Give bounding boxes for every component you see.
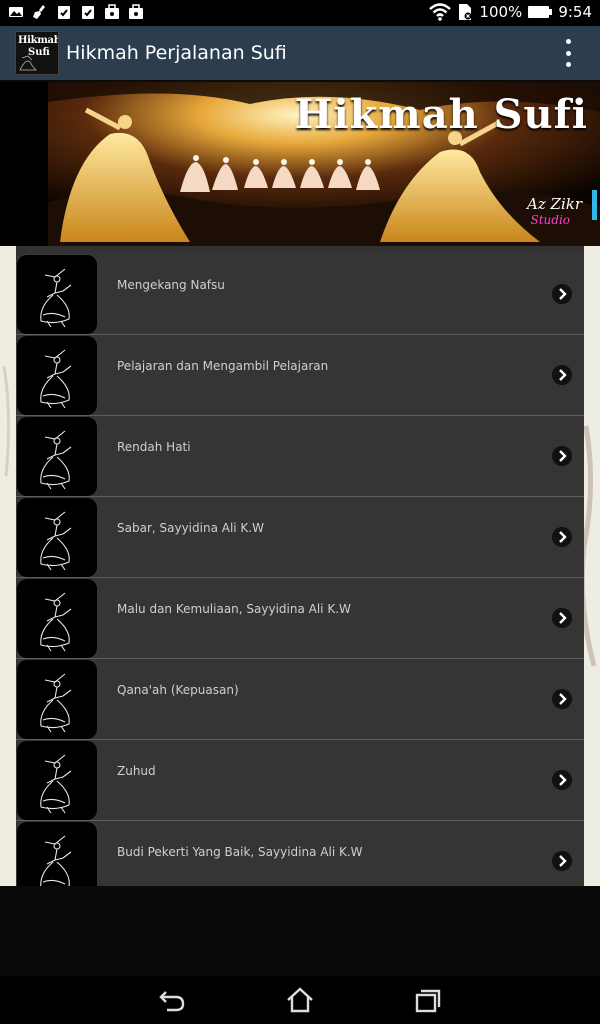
app-logo[interactable]: Hikmah Sufi <box>15 31 59 75</box>
list-item[interactable]: Rendah Hati <box>16 416 584 497</box>
clipboard-check-icon <box>82 6 94 19</box>
whirling-dervish-icon <box>40 268 72 328</box>
list-item-title: Rendah Hati <box>117 440 191 454</box>
list-item-title: Qana'ah (Kepuasan) <box>117 683 239 697</box>
whirling-dervish-icon <box>40 430 72 490</box>
briefcase-icon <box>105 4 119 19</box>
image-icon <box>9 7 23 17</box>
whirling-dervish-icon <box>40 592 72 652</box>
list-item-thumbnail <box>17 336 97 415</box>
list-item-thumbnail <box>17 417 97 496</box>
overflow-menu-icon[interactable] <box>556 39 580 67</box>
list-item-title: Pelajaran dan Mengambil Pelajaran <box>117 359 329 373</box>
empty-footer <box>0 886 600 976</box>
list-item-thumbnail <box>17 660 97 739</box>
battery-percentage: 100% <box>479 3 523 21</box>
status-bar: 100% 9:54 <box>0 0 600 26</box>
back-icon[interactable] <box>157 986 187 1014</box>
recent-apps-icon[interactable] <box>413 986 443 1014</box>
whirling-dervish-icon <box>40 511 72 571</box>
chevron-right-icon[interactable] <box>552 851 572 871</box>
wifi-icon <box>429 3 452 21</box>
chevron-right-icon[interactable] <box>552 446 572 466</box>
notification-icons <box>8 4 144 20</box>
whirling-dervish-icon <box>40 349 72 409</box>
chevron-right-icon[interactable] <box>552 608 572 628</box>
list-item-thumbnail <box>17 741 97 820</box>
list-item-title: Budi Pekerti Yang Baik, Sayyidina Ali K.… <box>117 845 363 859</box>
list-item[interactable]: Pelajaran dan Mengambil Pelajaran <box>16 335 584 416</box>
list-item[interactable]: Mengekang Nafsu <box>16 254 584 335</box>
article-list: Mengekang Nafsu Pelajaran dan Mengambil P… <box>16 246 584 886</box>
list-item-title: Sabar, Sayyidina Ali K.W <box>117 521 264 535</box>
banner-scroll-indicator <box>592 190 597 220</box>
list-item[interactable]: Malu dan Kemuliaan, Sayyidina Ali K.W <box>16 578 584 659</box>
home-icon[interactable] <box>285 986 315 1014</box>
list-item-thumbnail <box>17 255 97 334</box>
banner-studio-label: Studio <box>530 213 570 227</box>
whirling-dervish-icon <box>40 754 72 814</box>
chevron-right-icon[interactable] <box>552 527 572 547</box>
list-item-title: Zuhud <box>117 764 156 778</box>
list-item-title: Mengekang Nafsu <box>117 278 225 292</box>
list-item[interactable]: Zuhud <box>16 740 584 821</box>
broom-icon <box>33 5 45 19</box>
clipboard-check-icon <box>58 6 70 19</box>
chevron-right-icon[interactable] <box>552 365 572 385</box>
chevron-right-icon[interactable] <box>552 689 572 709</box>
list-item-thumbnail <box>17 822 97 886</box>
banner-title: Hikmah Sufi <box>294 91 588 138</box>
briefcase-icon <box>129 4 143 19</box>
banner-credit: Az Zikr <box>527 195 582 213</box>
list-item-thumbnail <box>17 579 97 658</box>
chevron-right-icon[interactable] <box>552 284 572 304</box>
system-status: 100% 9:54 <box>429 3 592 21</box>
navigation-bar <box>0 976 600 1024</box>
clock: 9:54 <box>558 3 592 21</box>
list-item-title: Malu dan Kemuliaan, Sayyidina Ali K.W <box>117 602 351 616</box>
whirling-dervish-icon <box>40 835 72 886</box>
app-title: Hikmah Perjalanan Sufi <box>66 42 287 64</box>
whirling-dervish-icon <box>40 673 72 733</box>
sim-card-icon <box>459 4 472 20</box>
list-item[interactable]: Budi Pekerti Yang Baik, Sayyidina Ali K.… <box>16 821 584 886</box>
list-item[interactable]: Qana'ah (Kepuasan) <box>16 659 584 740</box>
list-item[interactable]: Sabar, Sayyidina Ali K.W <box>16 497 584 578</box>
list-item-thumbnail <box>17 498 97 577</box>
dervish-icon <box>19 55 37 71</box>
app-bar: Hikmah Sufi Hikmah Perjalanan Sufi <box>0 26 600 80</box>
chevron-right-icon[interactable] <box>552 770 572 790</box>
battery-icon <box>528 6 553 18</box>
header-banner: Hikmah Sufi Az Zikr Studio <box>0 82 600 246</box>
